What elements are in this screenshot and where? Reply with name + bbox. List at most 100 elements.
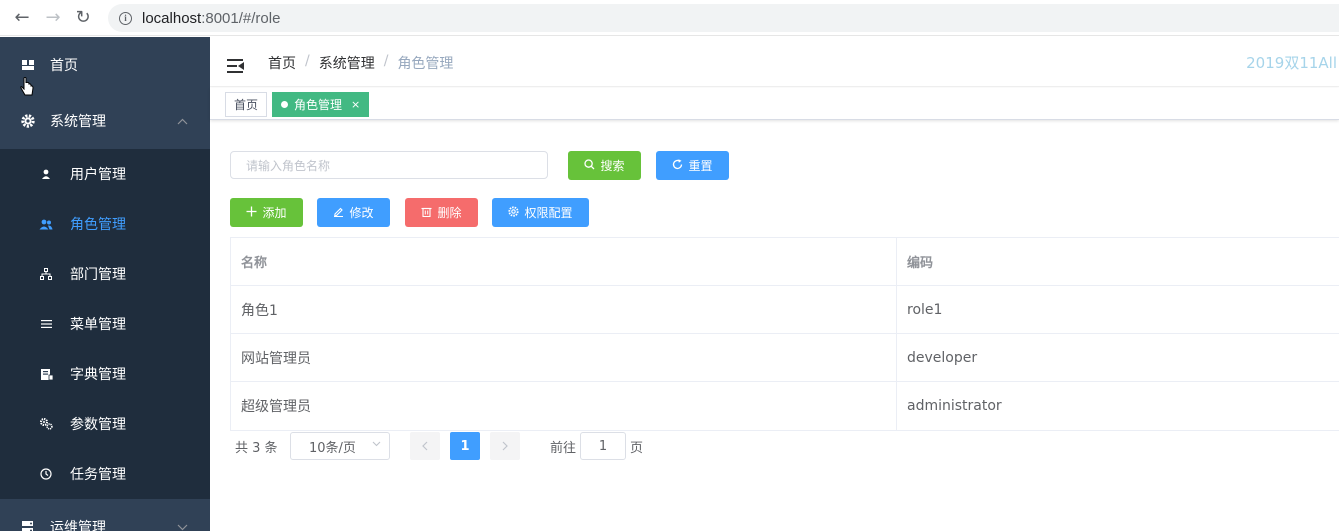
sidebar-item-dictionary[interactable]: 字典管理 bbox=[0, 349, 210, 399]
sidebar-item-label: 角色管理 bbox=[70, 217, 126, 233]
column-header-name[interactable]: 名称 bbox=[231, 238, 897, 285]
address-bar[interactable]: i localhost:8001/#/role bbox=[108, 4, 1339, 32]
cell-name: 网站管理员 bbox=[231, 334, 897, 381]
breadcrumb-separator: / bbox=[305, 53, 310, 69]
breadcrumb: 首页 / 系统管理 / 角色管理 bbox=[268, 53, 453, 73]
sidebar-item-label: 运维管理 bbox=[50, 520, 106, 531]
prev-page-button[interactable] bbox=[410, 432, 440, 460]
server-icon bbox=[20, 519, 36, 531]
next-page-button[interactable] bbox=[490, 432, 520, 460]
breadcrumb-system[interactable]: 系统管理 bbox=[319, 53, 375, 73]
user-icon bbox=[38, 166, 54, 182]
list-icon bbox=[38, 316, 54, 332]
tag-roles[interactable]: 角色管理 × bbox=[272, 92, 370, 117]
tag-label: 角色管理 bbox=[294, 98, 343, 112]
permission-config-button[interactable]: 权限配置 bbox=[492, 198, 589, 227]
mouse-cursor-icon bbox=[20, 77, 34, 96]
cell-code: developer bbox=[907, 349, 978, 366]
submenu-system: 用户管理 角色管理 部门管理 菜单管理 字典管理 参数管理 任务管理 bbox=[0, 149, 210, 499]
forward-icon[interactable]: → bbox=[42, 7, 64, 29]
trash-icon bbox=[421, 206, 432, 220]
dashboard-icon bbox=[20, 57, 36, 73]
sidebar-item-label: 任务管理 bbox=[70, 467, 126, 483]
cell-name: 超级管理员 bbox=[231, 382, 897, 430]
active-dot-icon bbox=[281, 101, 288, 108]
url-path: :8001/#/role bbox=[201, 9, 281, 27]
pagination-total: 共 3 条 bbox=[235, 441, 278, 456]
delete-button-label: 删除 bbox=[437, 206, 462, 220]
peoples-icon bbox=[38, 216, 54, 232]
sidebar-item-tasks[interactable]: 任务管理 bbox=[0, 449, 210, 499]
column-header-code[interactable]: 编码 bbox=[897, 238, 1339, 285]
breadcrumb-separator: / bbox=[383, 53, 389, 69]
sidebar-item-label: 部门管理 bbox=[70, 267, 126, 283]
tags-view: 首页 角色管理 × bbox=[210, 88, 1339, 120]
sidebar: 首页 系统管理 用户管理 角色管理 部门管理 菜单管理 字典管理 参数管理 任务… bbox=[0, 37, 210, 531]
chevron-down-icon bbox=[372, 439, 381, 450]
delete-button[interactable]: 删除 bbox=[405, 198, 478, 227]
sidebar-item-label: 用户管理 bbox=[70, 167, 126, 183]
search-placeholder: 请输入角色名称 bbox=[246, 158, 331, 173]
url-text[interactable]: localhost:8001/#/role bbox=[142, 10, 280, 27]
sidebar-item-menus[interactable]: 菜单管理 bbox=[0, 299, 210, 349]
sidebar-item-label: 菜单管理 bbox=[70, 317, 126, 333]
role-name-search-input[interactable]: 请输入角色名称 bbox=[230, 151, 548, 179]
cell-code: administrator bbox=[907, 398, 1002, 414]
sidebar-item-system[interactable]: 系统管理 bbox=[0, 93, 210, 149]
chevron-up-icon bbox=[177, 115, 188, 128]
add-button[interactable]: 添加 bbox=[230, 198, 303, 227]
reset-button[interactable]: 重置 bbox=[656, 151, 729, 180]
info-icon[interactable]: i bbox=[119, 11, 132, 25]
back-icon[interactable]: ← bbox=[11, 7, 33, 29]
search-icon bbox=[584, 158, 595, 173]
tree-icon bbox=[38, 266, 54, 282]
sidebar-item-users[interactable]: 用户管理 bbox=[0, 149, 210, 199]
header-right-text: 2019双11All bbox=[1246, 54, 1337, 72]
navbar: 首页 / 系统管理 / 角色管理 2019双11All bbox=[210, 37, 1339, 87]
permission-config-button-label: 权限配置 bbox=[524, 206, 573, 220]
url-host: localhost bbox=[142, 9, 202, 27]
goto-page-input[interactable]: 1 bbox=[580, 432, 626, 460]
tag-label: 首页 bbox=[234, 98, 259, 112]
setting-icon bbox=[508, 205, 520, 220]
reset-button-label: 重置 bbox=[688, 159, 713, 173]
sidebar-item-departments[interactable]: 部门管理 bbox=[0, 249, 210, 299]
breadcrumb-home[interactable]: 首页 bbox=[268, 53, 296, 73]
refresh-icon bbox=[672, 158, 683, 173]
plus-icon bbox=[246, 206, 257, 220]
search-button[interactable]: 搜索 bbox=[568, 151, 641, 180]
page-number-button[interactable]: 1 bbox=[450, 432, 480, 460]
sidebar-item-label: 字典管理 bbox=[70, 367, 126, 383]
edit-button[interactable]: 修改 bbox=[317, 198, 390, 227]
sidebar-item-label: 参数管理 bbox=[70, 417, 126, 433]
sidebar-item-roles[interactable]: 角色管理 bbox=[0, 199, 210, 249]
dictionary-icon bbox=[38, 366, 54, 382]
edit-icon bbox=[333, 206, 344, 220]
table-row[interactable]: 超级管理员 administrator bbox=[231, 382, 1339, 430]
chevron-down-icon bbox=[177, 521, 188, 531]
close-icon[interactable]: × bbox=[351, 98, 360, 111]
gear-icon bbox=[20, 113, 36, 129]
reload-icon[interactable]: ↻ bbox=[72, 7, 94, 29]
clock-icon bbox=[38, 466, 54, 482]
cell-name: 角色1 bbox=[231, 286, 897, 333]
sidebar-item-ops[interactable]: 运维管理 bbox=[0, 499, 210, 531]
hamburger-icon[interactable] bbox=[227, 59, 244, 73]
browser-toolbar: ← → ↻ i localhost:8001/#/role bbox=[0, 0, 1339, 36]
table-header-row: 名称 编码 bbox=[231, 238, 1339, 286]
table-row[interactable]: 角色1 role1 bbox=[231, 286, 1339, 334]
page-size-select[interactable]: 10条/页 bbox=[290, 432, 390, 460]
add-button-label: 添加 bbox=[262, 206, 287, 220]
cell-code: role1 bbox=[907, 301, 943, 318]
edit-button-label: 修改 bbox=[349, 206, 374, 220]
tag-home[interactable]: 首页 bbox=[225, 92, 268, 117]
settings-icon bbox=[38, 416, 54, 432]
goto-suffix: 页 bbox=[630, 441, 644, 456]
chevron-right-icon bbox=[502, 441, 508, 451]
sidebar-item-label: 首页 bbox=[50, 58, 78, 74]
sidebar-item-params[interactable]: 参数管理 bbox=[0, 399, 210, 449]
table-row[interactable]: 网站管理员 developer bbox=[231, 334, 1339, 382]
goto-label: 前往 bbox=[550, 441, 577, 456]
breadcrumb-current: 角色管理 bbox=[397, 56, 454, 72]
sidebar-item-label: 系统管理 bbox=[50, 114, 106, 130]
